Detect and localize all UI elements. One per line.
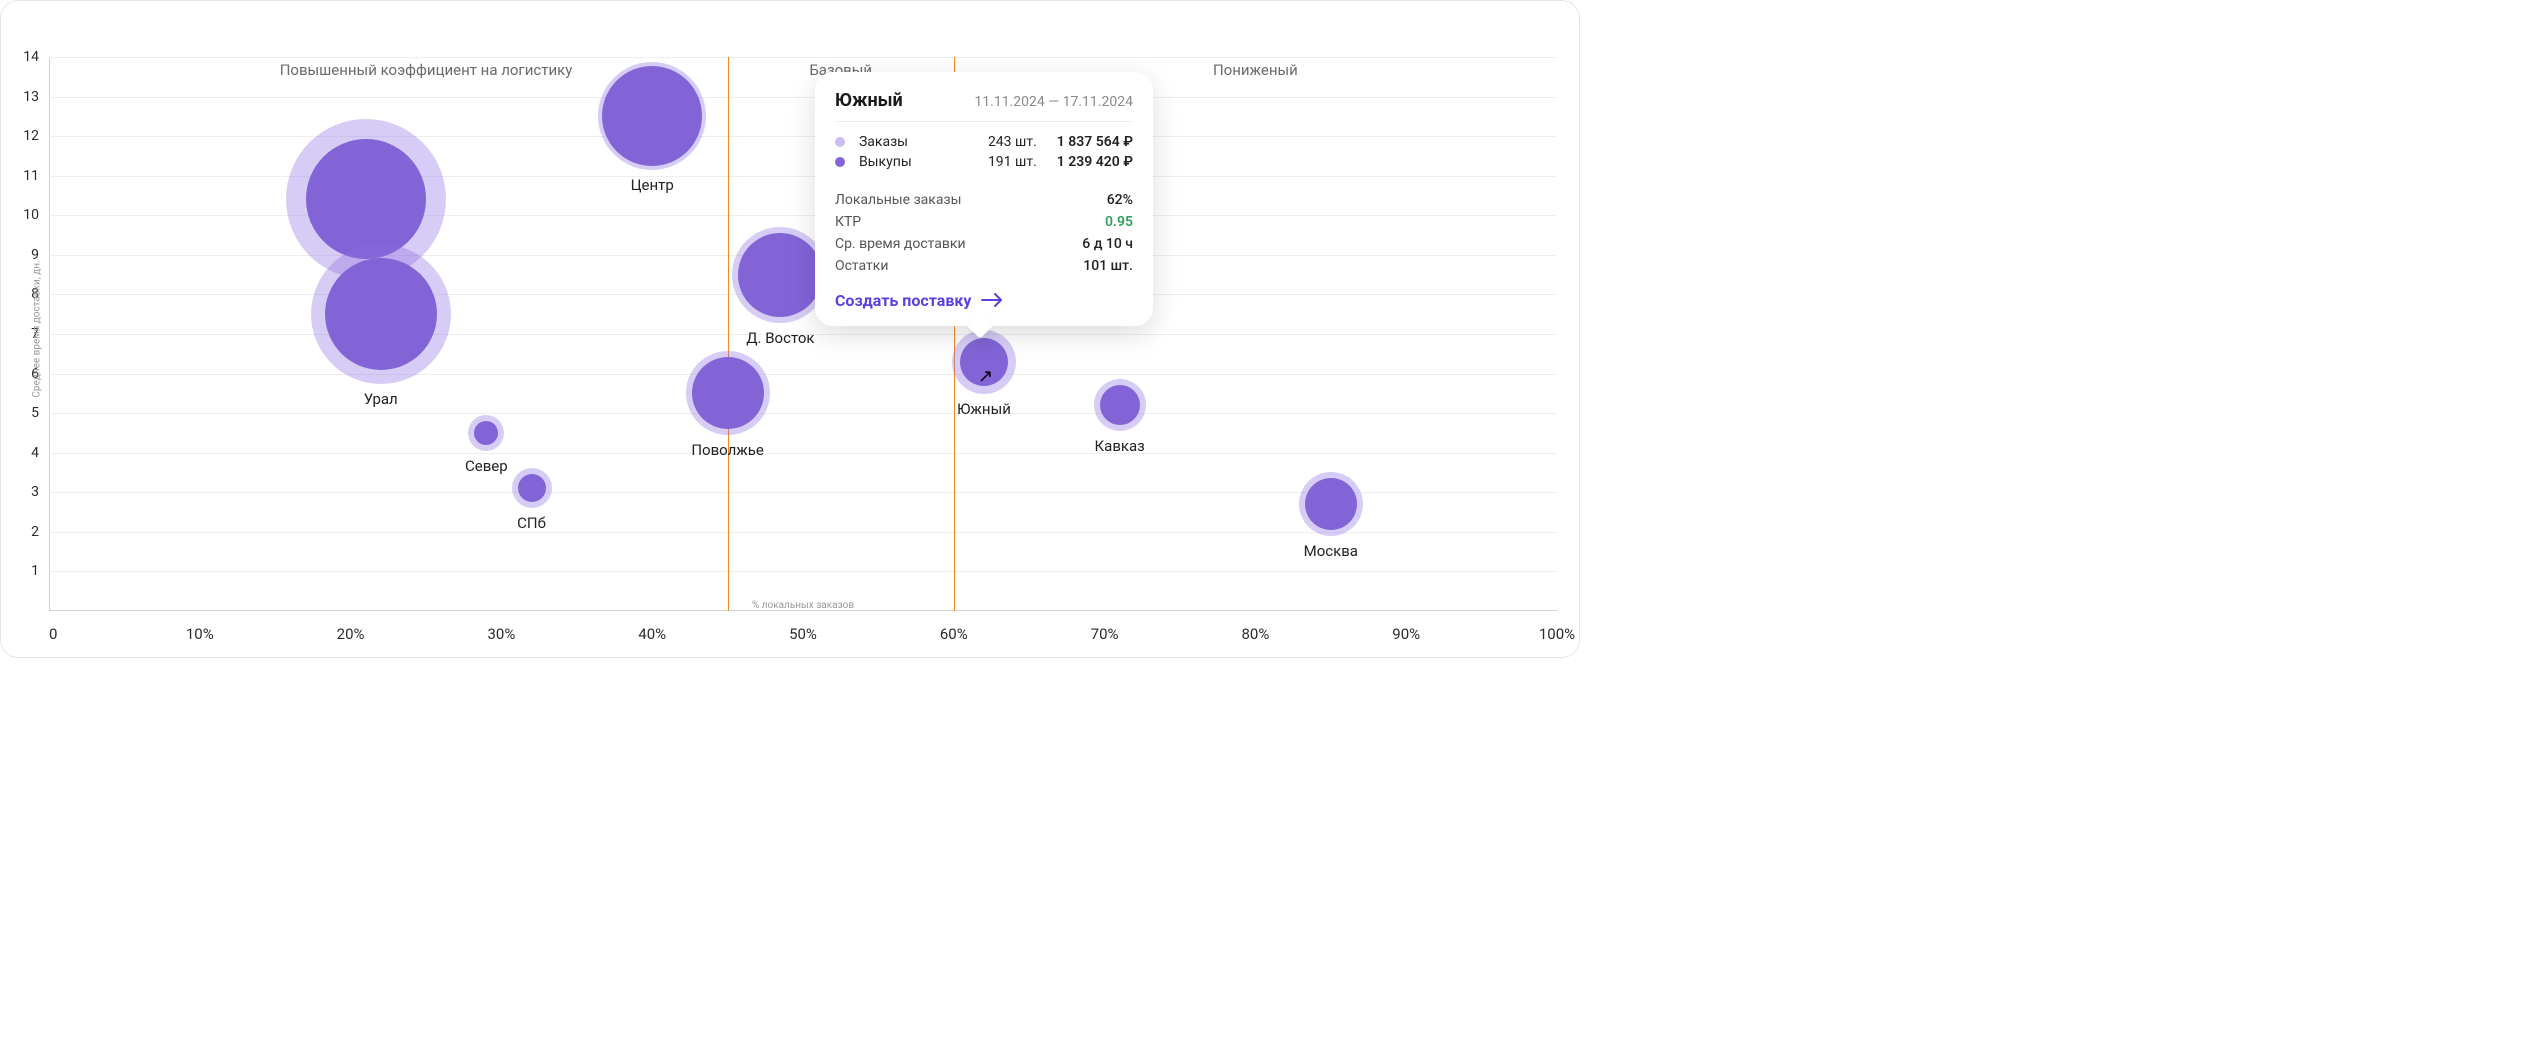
- bubble-label: Сибирь: [340, 285, 392, 303]
- bubble-buyouts-circle: [602, 66, 702, 166]
- bubble-orders-circle: [512, 468, 552, 508]
- y-tick-label: 4: [9, 445, 39, 461]
- bubble-orders-circle: [311, 244, 451, 384]
- bubble-buyouts-circle: [474, 421, 498, 445]
- bubble-buyouts-circle: [325, 258, 437, 370]
- y-tick-label: 5: [9, 405, 39, 421]
- bubble-orders-circle: [732, 227, 828, 323]
- bubble-orders-circle: [468, 415, 504, 451]
- x-tick-label: 50%: [789, 625, 817, 643]
- tooltip-title: Южный: [835, 90, 903, 111]
- y-tick-label: 2: [9, 524, 39, 540]
- bubble-buyouts-circle: [1100, 385, 1140, 425]
- tooltip-kv-row: Остатки101 шт.: [835, 255, 1133, 277]
- bubble-label: Центр: [631, 176, 674, 194]
- buyouts-dot-icon: [835, 157, 845, 167]
- cursor-icon: ↖: [978, 366, 993, 387]
- y-tick-label: 12: [9, 128, 39, 144]
- tooltip-orders-value: 1 837 564 ₽: [1057, 134, 1133, 150]
- y-tick-label: 14: [9, 49, 39, 65]
- x-tick-label: 70%: [1091, 625, 1119, 643]
- bubble-buyouts-circle: [306, 139, 426, 259]
- x-tick-label: 80%: [1241, 625, 1269, 643]
- gridline: [49, 294, 1557, 295]
- tooltip: Южный 11.11.2024 — 17.11.2024 Заказы 243…: [815, 72, 1153, 326]
- gridline: [49, 453, 1557, 454]
- create-delivery-button[interactable]: Создать поставку: [835, 291, 1003, 310]
- arrow-right-icon: [981, 293, 1003, 307]
- y-tick-label: 13: [9, 89, 39, 105]
- gridline: [49, 57, 1557, 58]
- tooltip-buyouts-value: 1 239 420 ₽: [1057, 154, 1133, 170]
- bubble-buyouts-circle: [738, 233, 822, 317]
- bubble-label: Север: [465, 457, 508, 475]
- x-tick-label: 100%: [1539, 625, 1575, 643]
- tooltip-buyouts-label: Выкупы: [859, 154, 980, 170]
- bubble-label: Москва: [1304, 542, 1358, 560]
- create-delivery-label: Создать поставку: [835, 291, 971, 310]
- band-label: Повышенный коэффициент на логистику: [280, 61, 573, 79]
- bubble-label: Южный: [957, 400, 1011, 418]
- gridline: [49, 532, 1557, 533]
- x-tick-label: 40%: [638, 625, 666, 643]
- bubble-orders-circle: [1094, 379, 1146, 431]
- tooltip-kv-row: КТР0.95: [835, 211, 1133, 233]
- tooltip-orders-row: Заказы 243 шт. 1 837 564 ₽: [835, 132, 1133, 152]
- tooltip-buyouts-row: Выкупы 191 шт. 1 239 420 ₽: [835, 152, 1133, 172]
- band-label: Пониженый: [1213, 61, 1298, 79]
- gridline: [49, 176, 1557, 177]
- gridline: [49, 136, 1557, 137]
- gridline: [49, 571, 1557, 572]
- bubble-label: Урал: [364, 390, 398, 408]
- bubble-buyouts-circle: [518, 474, 546, 502]
- band-boundary: [728, 57, 729, 611]
- gridline: [49, 374, 1557, 375]
- x-axis: 010%20%30%40%50%60%70%80%90%100%: [49, 619, 1557, 649]
- chart-frame: 1234567891011121314 Среднее время достав…: [0, 0, 1580, 658]
- bubble-orders-circle: [1299, 472, 1363, 536]
- gridline: [49, 97, 1557, 98]
- y-tick-label: 3: [9, 484, 39, 500]
- bubble-label: Кавказ: [1095, 437, 1145, 455]
- x-tick-label: 20%: [337, 625, 365, 643]
- tooltip-kv-list: Локальные заказы62%КТР0.95Ср. время дост…: [835, 189, 1133, 277]
- bubble-label: СПб: [517, 514, 546, 532]
- tooltip-date-range: 11.11.2024 — 17.11.2024: [974, 94, 1133, 110]
- bubble-buyouts-circle: [1305, 478, 1357, 530]
- y-tick-label: 11: [9, 168, 39, 184]
- orders-dot-icon: [835, 137, 845, 147]
- tooltip-orders-qty: 243 шт.: [988, 134, 1049, 150]
- bubble-label: Д. Восток: [746, 329, 814, 347]
- x-tick-label: 60%: [940, 625, 968, 643]
- y-axis-label: Среднее время доставки, дн.: [32, 260, 43, 397]
- gridline: [49, 492, 1557, 493]
- tooltip-kv-row: Локальные заказы62%: [835, 189, 1133, 211]
- gridline: [49, 215, 1557, 216]
- plot-area[interactable]: % локальных заказов Повышенный коэффицие…: [49, 57, 1557, 611]
- gridline: [49, 255, 1557, 256]
- y-tick-label: 1: [9, 563, 39, 579]
- x-tick-label: 90%: [1392, 625, 1420, 643]
- gridline: [49, 413, 1557, 414]
- tooltip-buyouts-qty: 191 шт.: [988, 154, 1049, 170]
- x-tick-label: 0: [49, 625, 57, 643]
- tooltip-orders-label: Заказы: [859, 134, 980, 150]
- x-axis-label: % локальных заказов: [752, 600, 854, 611]
- y-tick-label: 10: [9, 207, 39, 223]
- bubble-orders-circle: [598, 62, 706, 170]
- tooltip-kv-row: Ср. время доставки6 д 10 ч: [835, 233, 1133, 255]
- x-tick-label: 30%: [487, 625, 515, 643]
- bubble-label: Поволжье: [691, 441, 764, 459]
- x-tick-label: 10%: [186, 625, 214, 643]
